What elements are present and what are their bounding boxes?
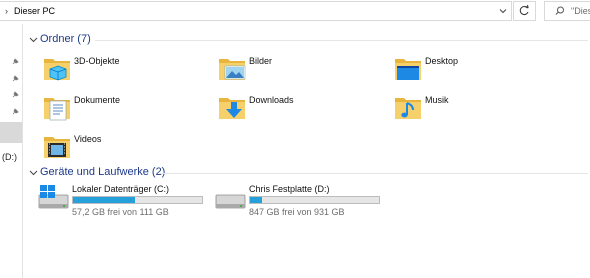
downloads-folder-icon xyxy=(219,98,245,119)
music-folder-icon xyxy=(395,98,421,119)
refresh-icon xyxy=(519,4,529,16)
chevron-down-icon[interactable] xyxy=(29,168,38,177)
navigation-pane: (D:) xyxy=(0,24,23,278)
pin-icon[interactable] xyxy=(11,108,19,116)
drive-tile-c[interactable]: Lokaler Datenträger (C:) 57,2 GB frei vo… xyxy=(37,183,207,223)
divider xyxy=(159,173,588,174)
drive-usage-bar xyxy=(249,196,380,204)
folder-tile-musik[interactable]: Musik xyxy=(393,91,543,131)
folder-label: Musik xyxy=(425,95,449,105)
documents-folder-icon xyxy=(44,98,70,121)
drive-usage-fill xyxy=(250,197,262,203)
chevron-down-icon[interactable] xyxy=(29,35,38,44)
drive-space-info: 57,2 GB frei von 111 GB xyxy=(72,207,169,217)
drive-name: Lokaler Datenträger (C:) xyxy=(72,184,170,194)
videos-folder-icon xyxy=(44,137,70,158)
folder-label: Bilder xyxy=(249,56,273,66)
breadcrumb-separator[interactable]: › xyxy=(5,6,8,16)
pictures-folder-icon xyxy=(219,59,246,80)
folders-section-header[interactable]: Ordner (7) xyxy=(29,32,590,48)
folder-label: Desktop xyxy=(425,56,459,66)
drive-tile-d[interactable]: Chris Festplatte (D:) 847 GB frei von 93… xyxy=(214,183,384,223)
desktop-folder-icon xyxy=(395,59,421,80)
folder-tile-downloads[interactable]: Downloads xyxy=(217,91,367,131)
folder-tile-desktop[interactable]: Desktop xyxy=(393,52,543,92)
drive-usage-bar xyxy=(72,196,203,204)
pin-icon[interactable] xyxy=(11,58,19,66)
search-box[interactable]: "Dies xyxy=(544,1,590,21)
folder-label: Downloads xyxy=(249,95,294,105)
search-input[interactable]: "Dies xyxy=(571,6,590,16)
search-icon xyxy=(555,6,564,15)
nav-item-drive-d[interactable]: (D:) xyxy=(2,152,17,162)
folder-tile-3d-objekte[interactable]: 3D-Objekte xyxy=(42,52,192,92)
nav-item-this-pc[interactable] xyxy=(0,122,22,143)
folder-label: 3D-Objekte xyxy=(74,56,120,66)
folder-label: Videos xyxy=(74,134,102,144)
folder-label: Dokumente xyxy=(74,95,121,105)
breadcrumb-this-pc[interactable]: Dieser PC xyxy=(14,6,55,16)
refresh-button[interactable] xyxy=(513,1,536,21)
section-title: Geräte und Laufwerke (2) xyxy=(40,166,166,178)
windows-drive-icon xyxy=(38,185,69,209)
3d-objects-folder-icon xyxy=(44,59,70,81)
pin-icon[interactable] xyxy=(11,91,19,99)
hard-drive-icon xyxy=(215,194,246,209)
drive-space-info: 847 GB frei von 931 GB xyxy=(249,207,345,217)
folder-tile-bilder[interactable]: Bilder xyxy=(217,52,367,92)
folder-tile-videos[interactable]: Videos xyxy=(42,130,192,170)
address-bar[interactable]: › Dieser PC xyxy=(0,1,512,21)
drive-name: Chris Festplatte (D:) xyxy=(249,184,330,194)
drive-usage-fill xyxy=(73,197,135,203)
drives-section-header[interactable]: Geräte und Laufwerke (2) xyxy=(29,165,590,181)
folder-tile-dokumente[interactable]: Dokumente xyxy=(42,91,192,131)
section-title: Ordner (7) xyxy=(40,33,91,45)
chevron-down-icon[interactable] xyxy=(497,5,509,17)
divider xyxy=(95,40,588,41)
toolbar: › Dieser PC "Dies xyxy=(0,0,590,24)
pin-icon[interactable] xyxy=(11,75,19,83)
